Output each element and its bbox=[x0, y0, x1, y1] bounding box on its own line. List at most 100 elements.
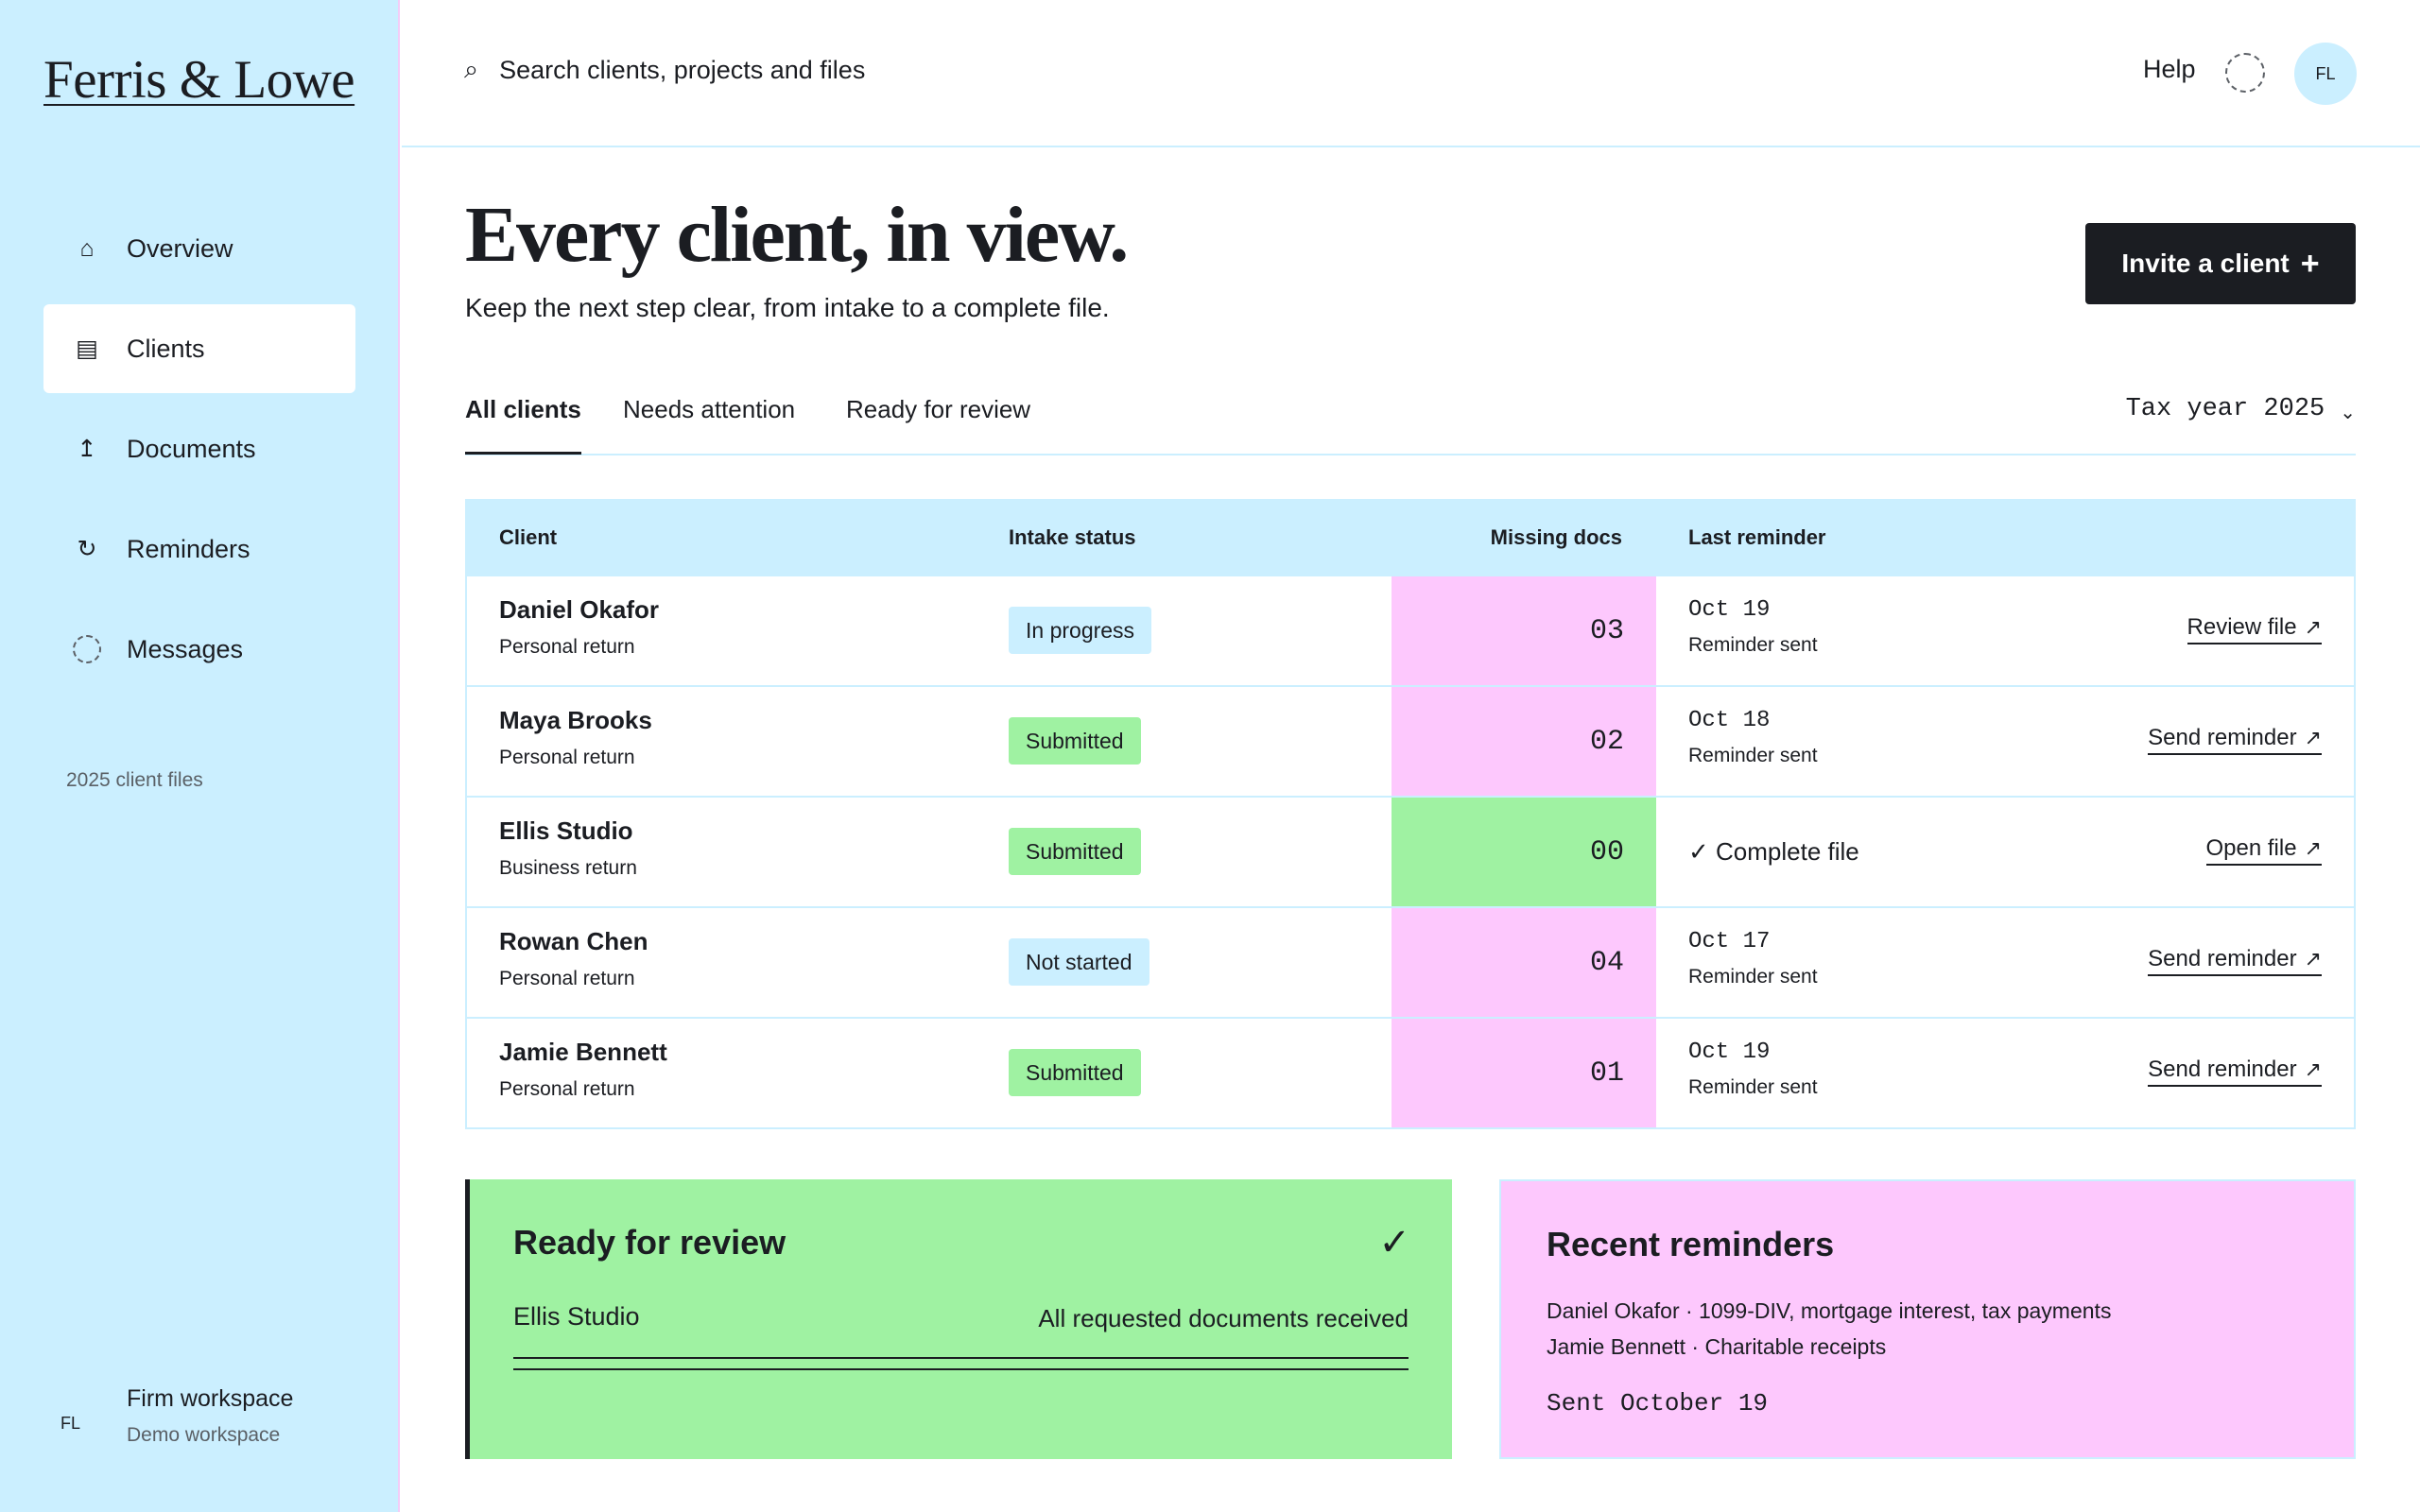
reminder-status: Reminder sent bbox=[1688, 634, 1818, 656]
reminder-cell: Oct 17 Reminder sent bbox=[1688, 929, 1818, 988]
column-header-client[interactable]: Client bbox=[499, 525, 557, 550]
sidebar-note: 2025 client files bbox=[66, 769, 203, 791]
workspace-switcher[interactable]: FL Firm workspace Demo workspace bbox=[60, 1385, 293, 1447]
reminder-cell: Oct 19 Reminder sent bbox=[1688, 597, 1818, 657]
sidebar-item-label: Overview bbox=[127, 233, 233, 263]
client-cell: Rowan Chen Personal return bbox=[499, 927, 648, 990]
reminders-sent-date: Sent October 19 bbox=[1547, 1389, 1769, 1418]
sidebar-item-label: Clients bbox=[127, 334, 205, 363]
panel-title: Ready for review bbox=[513, 1223, 786, 1262]
table-row[interactable]: Ellis Studio Business return Submitted 0… bbox=[467, 796, 2354, 906]
invite-client-button[interactable]: Invite a client + bbox=[2085, 223, 2356, 304]
page-title: Every client, in view. bbox=[465, 191, 1129, 279]
arrow-up-right-icon: ↗ bbox=[2304, 615, 2322, 639]
sidebar-item-label: Reminders bbox=[127, 534, 251, 563]
client-cell: Daniel Okafor Personal return bbox=[499, 595, 659, 659]
row-action-label: Open file bbox=[2205, 835, 2297, 861]
status-badge: Submitted bbox=[1009, 1049, 1141, 1096]
sidebar-item-messages[interactable]: Messages bbox=[43, 605, 355, 694]
arrow-up-right-icon: ↗ bbox=[2304, 726, 2322, 749]
workspace-title: Firm workspace bbox=[127, 1385, 294, 1412]
row-action-label: Review file bbox=[2187, 614, 2297, 640]
client-type: Personal return bbox=[499, 968, 635, 989]
sidebar-item-overview[interactable]: ⌂ Overview bbox=[43, 204, 355, 293]
client-cell: Maya Brooks Personal return bbox=[499, 706, 652, 769]
reminder-cell: Oct 19 Reminder sent bbox=[1688, 1040, 1818, 1099]
search-bar: ⌕ bbox=[464, 55, 1029, 85]
reminder-line: Jamie Bennett · Charitable receipts bbox=[1547, 1334, 1887, 1359]
arrow-up-right-icon: ↗ bbox=[2304, 947, 2322, 971]
column-header-reminder[interactable]: Last reminder bbox=[1688, 525, 1826, 550]
review-file-link[interactable]: Review file ↗ bbox=[2187, 614, 2322, 644]
row-action-label: Send reminder bbox=[2148, 946, 2297, 971]
missing-docs-count: 01 bbox=[1392, 1019, 1656, 1127]
ready-for-review-panel: Ready for review ✓ Ellis Studio All requ… bbox=[465, 1179, 1452, 1459]
chevron-down-icon: ⌄ bbox=[2340, 403, 2356, 423]
search-icon: ⌕ bbox=[464, 55, 479, 83]
table-row[interactable]: Rowan Chen Personal return Not started 0… bbox=[467, 906, 2354, 1017]
client-name: Jamie Bennett bbox=[499, 1038, 667, 1066]
missing-docs-count: 03 bbox=[1392, 576, 1656, 685]
status-badge: In progress bbox=[1009, 607, 1152, 654]
avatar[interactable]: FL bbox=[2294, 43, 2357, 105]
workspace-subtitle: Demo workspace bbox=[127, 1424, 281, 1446]
client-cell: Ellis Studio Business return bbox=[499, 816, 637, 880]
tab-needs-attention[interactable]: Needs attention bbox=[623, 395, 795, 424]
upload-icon: ↥ bbox=[77, 436, 97, 462]
client-type: Personal return bbox=[499, 636, 635, 658]
reminder-date: Oct 18 bbox=[1688, 708, 1771, 733]
open-file-link[interactable]: Open file ↗ bbox=[2205, 835, 2322, 866]
search-input[interactable] bbox=[499, 55, 1029, 85]
panel-title: Recent reminders bbox=[1547, 1225, 1835, 1263]
table-header: Client Intake status Missing docs Last r… bbox=[467, 501, 2354, 575]
sidebar: Ferris & Lowe ⌂ Overview ▤ Clients ↥ Doc… bbox=[0, 0, 400, 1512]
complete-file-status: ✓ Complete file bbox=[1688, 837, 1859, 866]
column-header-intake[interactable]: Intake status bbox=[1009, 525, 1136, 550]
sidebar-item-documents[interactable]: ↥ Documents bbox=[43, 404, 355, 493]
table-row[interactable]: Maya Brooks Personal return Submitted 02… bbox=[467, 685, 2354, 796]
message-ring-icon bbox=[70, 635, 104, 663]
row-action-label: Send reminder bbox=[2148, 725, 2297, 750]
status-badge: Submitted bbox=[1009, 828, 1141, 875]
send-reminder-link[interactable]: Send reminder ↗ bbox=[2148, 946, 2322, 976]
sidebar-item-reminders[interactable]: ↻ Reminders bbox=[43, 505, 355, 593]
table-row[interactable]: Daniel Okafor Personal return In progres… bbox=[467, 575, 2354, 685]
client-type: Business return bbox=[499, 857, 637, 879]
sidebar-item-clients[interactable]: ▤ Clients bbox=[43, 304, 355, 393]
missing-docs-count: 04 bbox=[1392, 908, 1656, 1017]
missing-docs-count: 02 bbox=[1392, 687, 1656, 796]
tax-year-select[interactable]: Tax year 2025 ⌄ bbox=[2126, 393, 2356, 424]
sidebar-item-label: Documents bbox=[127, 434, 256, 463]
column-header-missing[interactable]: Missing docs bbox=[1491, 525, 1622, 550]
refresh-icon: ↻ bbox=[77, 536, 97, 562]
reminder-cell: Oct 18 Reminder sent bbox=[1688, 708, 1818, 767]
help-link[interactable]: Help bbox=[2143, 55, 2196, 84]
clients-table: Client Intake status Missing docs Last r… bbox=[465, 499, 2356, 1129]
tab-all-clients[interactable]: All clients bbox=[465, 395, 581, 455]
client-type: Personal return bbox=[499, 747, 635, 768]
status-ring-icon[interactable] bbox=[2225, 53, 2265, 93]
reminder-line: Daniel Okafor · 1099-DIV, mortgage inter… bbox=[1547, 1298, 2112, 1323]
send-reminder-link[interactable]: Send reminder ↗ bbox=[2148, 1057, 2322, 1087]
check-icon: ✓ bbox=[1378, 1222, 1410, 1263]
tab-ready-for-review[interactable]: Ready for review bbox=[846, 395, 1030, 424]
home-icon: ⌂ bbox=[79, 234, 95, 262]
client-name: Daniel Okafor bbox=[499, 595, 660, 624]
review-client-note: All requested documents received bbox=[1038, 1304, 1409, 1332]
client-type: Personal return bbox=[499, 1078, 635, 1100]
divider bbox=[513, 1357, 1409, 1370]
status-badge: Submitted bbox=[1009, 717, 1141, 765]
sidebar-item-label: Messages bbox=[127, 634, 244, 663]
client-cell: Jamie Bennett Personal return bbox=[499, 1038, 667, 1101]
brand-logo[interactable]: Ferris & Lowe bbox=[43, 49, 355, 111]
review-client-name[interactable]: Ellis Studio bbox=[513, 1302, 640, 1332]
client-name: Maya Brooks bbox=[499, 706, 652, 734]
status-badge: Not started bbox=[1009, 938, 1150, 986]
sidebar-nav: ⌂ Overview ▤ Clients ↥ Documents ↻ Remin… bbox=[43, 204, 355, 705]
send-reminder-link[interactable]: Send reminder ↗ bbox=[2148, 725, 2322, 755]
client-name: Rowan Chen bbox=[499, 927, 648, 955]
reminder-status: Reminder sent bbox=[1688, 745, 1818, 766]
invite-client-label: Invite a client bbox=[2121, 249, 2290, 278]
table-row[interactable]: Jamie Bennett Personal return Submitted … bbox=[467, 1017, 2354, 1127]
page-subtitle: Keep the next step clear, from intake to… bbox=[465, 293, 1110, 322]
